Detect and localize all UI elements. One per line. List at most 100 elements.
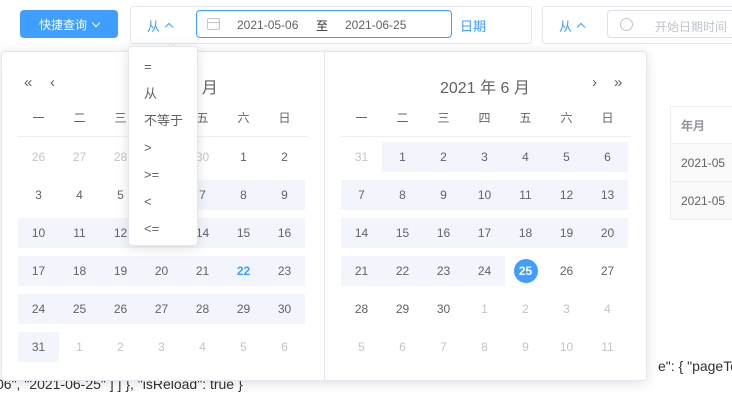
day-cell[interactable]: 5 (546, 142, 587, 172)
day-cell[interactable]: 11 (587, 332, 628, 362)
day-cell[interactable]: 12 (546, 180, 587, 210)
day-cell[interactable]: 13 (587, 180, 628, 210)
operator-option[interactable]: 不等于 (129, 107, 197, 134)
day-cell[interactable]: 2 (264, 142, 305, 172)
day-cell[interactable]: 8 (382, 180, 423, 210)
quick-query-button[interactable]: 快捷查询 (20, 10, 118, 38)
day-cell[interactable]: 24 (18, 294, 59, 324)
day-cell[interactable]: 7 (341, 180, 382, 210)
day-cell[interactable]: 25 (59, 294, 100, 324)
day-cell[interactable]: 4 (182, 332, 223, 362)
day-cell[interactable]: 9 (423, 180, 464, 210)
day-cell[interactable]: 7 (423, 332, 464, 362)
day-cell[interactable]: 14 (341, 218, 382, 248)
calendar-icon (207, 18, 220, 30)
day-cell[interactable]: 27 (587, 256, 628, 286)
day-cell[interactable]: 31 (18, 332, 59, 362)
day-cell[interactable]: 18 (59, 256, 100, 286)
day-cell[interactable]: 3 (464, 142, 505, 172)
day-cell[interactable]: 22 (223, 256, 264, 286)
day-cell[interactable]: 1 (464, 294, 505, 324)
operator-option[interactable]: 从 (129, 80, 197, 107)
day-cell[interactable]: 3 (141, 332, 182, 362)
day-cell[interactable]: 23 (264, 256, 305, 286)
operator-option[interactable]: <= (129, 215, 197, 242)
chevron-down-icon (91, 18, 101, 27)
day-cell[interactable]: 21 (182, 256, 223, 286)
day-cell[interactable]: 20 (587, 218, 628, 248)
day-cell[interactable]: 6 (264, 332, 305, 362)
day-cell[interactable]: 21 (341, 256, 382, 286)
day-cell[interactable]: 23 (423, 256, 464, 286)
day-cell[interactable]: 24 (464, 256, 505, 286)
table-row: 2021-05 (670, 182, 732, 220)
day-cell[interactable]: 6 (587, 142, 628, 172)
day-cell[interactable]: 29 (382, 294, 423, 324)
day-cell[interactable]: 17 (464, 218, 505, 248)
day-cell[interactable]: 8 (464, 332, 505, 362)
day-cell[interactable]: 2 (423, 142, 464, 172)
day-cell[interactable]: 20 (141, 256, 182, 286)
day-cell[interactable]: 4 (59, 180, 100, 210)
day-cell[interactable]: 15 (223, 218, 264, 248)
range-end-value[interactable]: 2021-06-25 (345, 18, 406, 32)
date-range-input[interactable]: 2021-05-06 至 2021-06-25 (196, 10, 452, 38)
day-cell[interactable]: 17 (18, 256, 59, 286)
operator-option[interactable]: = (129, 53, 197, 80)
day-cell[interactable]: 26 (546, 256, 587, 286)
next-month-icon[interactable]: › (592, 74, 597, 91)
day-cell[interactable]: 1 (59, 332, 100, 362)
range-start-value[interactable]: 2021-05-06 (237, 18, 298, 32)
table-row: 2021-05 (670, 144, 732, 182)
day-cell[interactable]: 26 (100, 294, 141, 324)
next-year-icon[interactable]: » (614, 74, 622, 91)
day-cell[interactable]: 25 (505, 256, 546, 286)
day-cell[interactable]: 11 (505, 180, 546, 210)
day-cell[interactable]: 19 (100, 256, 141, 286)
day-cell[interactable]: 10 (546, 332, 587, 362)
prev-year-icon[interactable]: « (24, 74, 32, 91)
day-cell[interactable]: 16 (423, 218, 464, 248)
debug-text-line: e": { "pageTo (658, 358, 732, 374)
prev-month-icon[interactable]: ‹ (50, 74, 55, 91)
day-cell[interactable]: 16 (264, 218, 305, 248)
day-cell[interactable]: 4 (505, 142, 546, 172)
day-cell[interactable]: 2 (100, 332, 141, 362)
day-cell[interactable]: 8 (223, 180, 264, 210)
day-cell[interactable]: 28 (182, 294, 223, 324)
day-cell[interactable]: 10 (464, 180, 505, 210)
operator-option[interactable]: > (129, 134, 197, 161)
operator-select[interactable]: 从 (147, 16, 174, 35)
day-cell[interactable]: 28 (341, 294, 382, 324)
right-weekday-header: 一二三四五六日 (341, 109, 628, 126)
day-cell[interactable]: 3 (546, 294, 587, 324)
operator-option[interactable]: < (129, 188, 197, 215)
day-cell[interactable]: 27 (59, 142, 100, 172)
day-cell[interactable]: 11 (59, 218, 100, 248)
day-cell[interactable]: 10 (18, 218, 59, 248)
day-cell[interactable]: 9 (505, 332, 546, 362)
day-cell[interactable]: 22 (382, 256, 423, 286)
day-cell[interactable]: 1 (382, 142, 423, 172)
day-cell[interactable]: 3 (18, 180, 59, 210)
start-datetime-input[interactable]: 开始日期时间 (607, 10, 732, 38)
operator-select-2-label: 从 (559, 19, 573, 34)
day-cell[interactable]: 30 (423, 294, 464, 324)
day-cell[interactable]: 1 (223, 142, 264, 172)
day-cell[interactable]: 5 (341, 332, 382, 362)
day-cell[interactable]: 18 (505, 218, 546, 248)
day-cell[interactable]: 26 (18, 142, 59, 172)
day-cell[interactable]: 5 (223, 332, 264, 362)
operator-option[interactable]: >= (129, 161, 197, 188)
day-cell[interactable]: 27 (141, 294, 182, 324)
day-cell[interactable]: 4 (587, 294, 628, 324)
day-cell[interactable]: 30 (264, 294, 305, 324)
day-cell[interactable]: 15 (382, 218, 423, 248)
operator-select-2[interactable]: 从 (559, 16, 586, 35)
day-cell[interactable]: 2 (505, 294, 546, 324)
day-cell[interactable]: 9 (264, 180, 305, 210)
day-cell[interactable]: 6 (382, 332, 423, 362)
day-cell[interactable]: 19 (546, 218, 587, 248)
day-cell[interactable]: 31 (341, 142, 382, 172)
day-cell[interactable]: 29 (223, 294, 264, 324)
